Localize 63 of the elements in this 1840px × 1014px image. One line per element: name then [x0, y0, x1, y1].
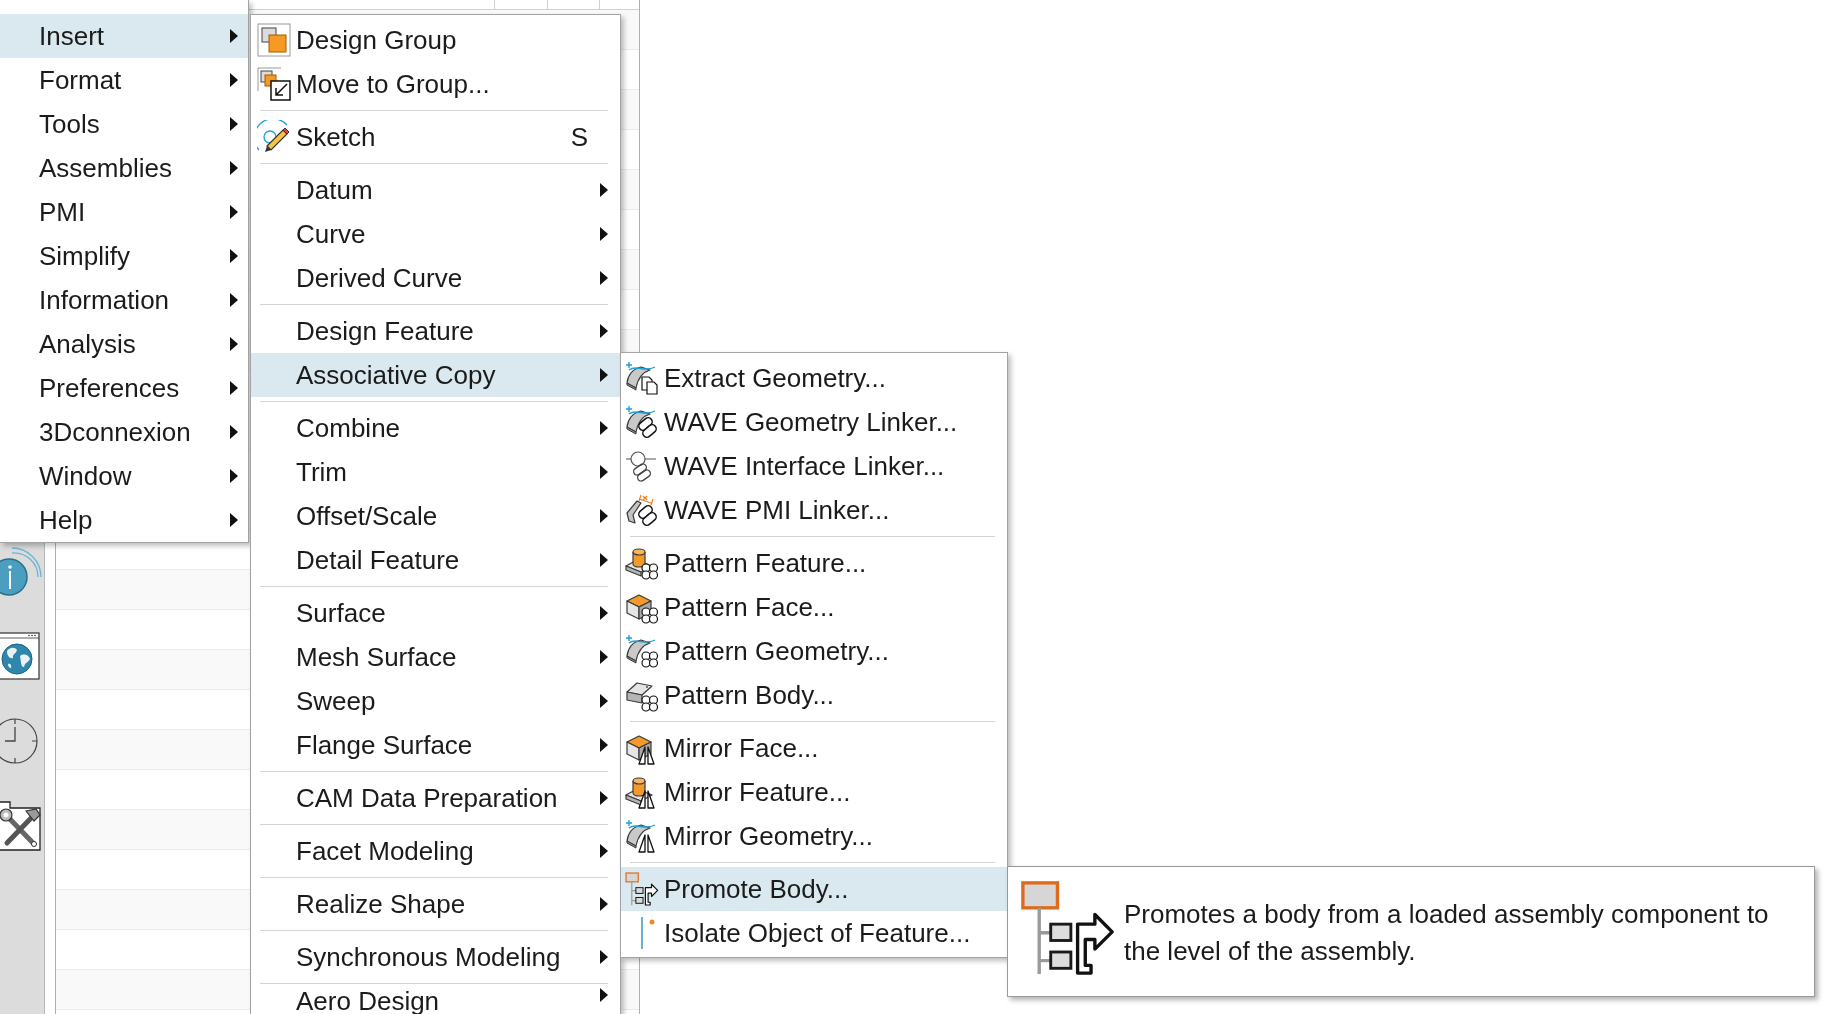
- cylinder-pattern-icon: [625, 546, 659, 580]
- menu-item[interactable]: Sketch S: [251, 115, 620, 159]
- menu-item[interactable]: Sweep: [251, 679, 620, 723]
- squares-arrow-icon: [257, 67, 291, 101]
- menu-item[interactable]: PMI: [0, 190, 248, 234]
- menu-item[interactable]: Help: [0, 498, 248, 542]
- surface-link-icon: [625, 405, 659, 439]
- shortcut-key: S: [570, 124, 588, 150]
- menu-item[interactable]: Pattern Geometry...: [621, 629, 1007, 673]
- menu-item[interactable]: Isolate Object of Feature...: [621, 911, 1007, 955]
- menu-item[interactable]: Window: [0, 454, 248, 498]
- menu-item[interactable]: Flange Surface: [251, 723, 620, 767]
- menu-item[interactable]: Mirror Face...: [621, 726, 1007, 770]
- menu-item[interactable]: Extract Geometry...: [621, 356, 1007, 400]
- globe-icon[interactable]: [0, 632, 40, 680]
- menu-item[interactable]: Tools: [0, 102, 248, 146]
- menu-item[interactable]: Pattern Body...: [621, 673, 1007, 717]
- menu-item[interactable]: Information: [0, 278, 248, 322]
- menu-item[interactable]: Associative Copy: [251, 353, 620, 397]
- menu-item[interactable]: Datum: [251, 168, 620, 212]
- menu-item[interactable]: Facet Modeling: [251, 829, 620, 873]
- menu-item[interactable]: Synchronous Modeling: [251, 935, 620, 979]
- surface-copy-icon: [625, 361, 659, 395]
- menu-item[interactable]: WAVE PMI Linker...: [621, 488, 1007, 532]
- menu-item[interactable]: Mirror Geometry...: [621, 814, 1007, 858]
- group-icon: [257, 23, 291, 57]
- menu-item[interactable]: Insert: [0, 14, 248, 58]
- menu-item[interactable]: Design Group: [251, 18, 620, 62]
- menu-item[interactable]: Preferences: [0, 366, 248, 410]
- menu-item[interactable]: Pattern Feature...: [621, 541, 1007, 585]
- menu-item[interactable]: Simplify: [0, 234, 248, 278]
- tooltip-text: Promotes a body from a loaded assembly component to the level of the assembly.: [1124, 898, 1770, 968]
- menu-item[interactable]: Assemblies: [0, 146, 248, 190]
- menu-item[interactable]: Mesh Surface: [251, 635, 620, 679]
- menu-item[interactable]: Derived Curve: [251, 256, 620, 300]
- menu-item[interactable]: Trim: [251, 450, 620, 494]
- menu-item[interactable]: Promote Body...: [621, 867, 1007, 911]
- menu-item[interactable]: Curve: [251, 212, 620, 256]
- pencil-icon: [257, 120, 291, 154]
- menu-item[interactable]: WAVE Interface Linker...: [621, 444, 1007, 488]
- menu-item[interactable]: Format: [0, 58, 248, 102]
- tools-icon[interactable]: [0, 801, 42, 851]
- menu-item[interactable]: Combine: [251, 406, 620, 450]
- menu-item[interactable]: Move to Group...: [251, 62, 620, 106]
- menu-item[interactable]: Offset/Scale: [251, 494, 620, 538]
- menu-item[interactable]: Realize Shape: [251, 882, 620, 926]
- chain-link-icon: [625, 449, 659, 483]
- menu-item[interactable]: Analysis: [0, 322, 248, 366]
- surface-pattern-icon: [625, 634, 659, 668]
- tree-arrow-icon: [1020, 880, 1116, 976]
- tree-arrow-icon: [625, 872, 659, 906]
- info-icon[interactable]: [0, 547, 42, 597]
- menu-item[interactable]: WAVE Geometry Linker...: [621, 400, 1007, 444]
- menu-item[interactable]: 3Dconnexion: [0, 410, 248, 454]
- menu-item[interactable]: Mirror Feature...: [621, 770, 1007, 814]
- menu-item[interactable]: Surface: [251, 591, 620, 635]
- bracket-link-icon: [625, 493, 659, 527]
- dot-line-icon: [641, 917, 655, 949]
- clock-icon[interactable]: [0, 717, 40, 765]
- menu-item[interactable]: Design Feature: [251, 309, 620, 353]
- menu-item[interactable]: CAM Data Preparation: [251, 776, 620, 820]
- menu-item[interactable]: Pattern Face...: [621, 585, 1007, 629]
- menu-item[interactable]: Detail Feature: [251, 538, 620, 582]
